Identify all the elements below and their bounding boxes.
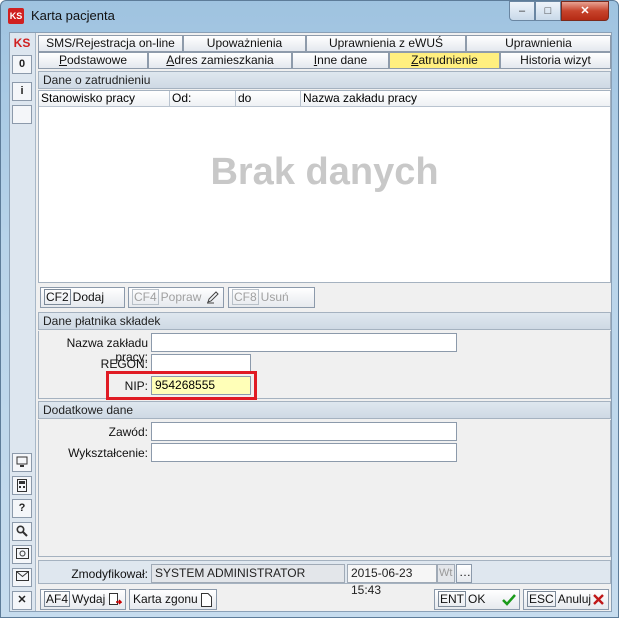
tab-authorizations[interactable]: Upoważnienia	[183, 35, 306, 52]
workstation-more-button[interactable]: …	[456, 564, 472, 583]
tab-visit-history-label: Historia wizyt	[520, 53, 591, 67]
document-icon	[201, 593, 212, 607]
left-toolbar: KS 0 i ? ✕	[10, 33, 36, 611]
add-label: Dodaj	[72, 290, 105, 304]
image-icon[interactable]	[12, 545, 32, 564]
info-button[interactable]: i	[12, 82, 32, 101]
tab-address-label: dres zamieszkania	[174, 53, 274, 67]
tab-basic-hotkey: P	[58, 53, 67, 67]
mail-icon[interactable]	[12, 568, 32, 587]
close-icon[interactable]: ✕	[12, 591, 32, 610]
cancel-label: Anuluj	[557, 592, 592, 606]
tab-strip: SMS/Rejestracja on-line Upoważnienia Upr…	[38, 33, 611, 69]
monitor-icon[interactable]	[12, 453, 32, 472]
cancel-button[interactable]: ESC Anuluj	[523, 589, 609, 610]
search-icon[interactable]	[12, 522, 32, 541]
maximize-button[interactable]: □	[535, 1, 561, 21]
profession-field[interactable]	[151, 422, 457, 441]
tab-employment-label: atrudnienie	[418, 53, 478, 67]
delete-hotkey: CF8	[232, 289, 259, 305]
minimize-button[interactable]: –	[509, 1, 535, 21]
close-window-button[interactable]: ✕	[561, 1, 609, 21]
window-title: Karta pacjenta	[31, 8, 115, 23]
edit-label: Popraw	[160, 290, 202, 304]
print-doc-icon	[109, 593, 122, 605]
tab-other-label: nne dane	[317, 53, 368, 67]
blank-toolbar-button[interactable]	[12, 105, 32, 124]
patient-card-window: KS Karta pacjenta – □ ✕ KS 0 i ? ✕ SMS/R…	[0, 0, 619, 618]
employment-section-header: Dane o zatrudnieniu	[38, 71, 611, 89]
window-client-area: KS 0 i ? ✕ SMS/Rejestracja on-line Upowa…	[9, 32, 612, 612]
add-employment-button[interactable]: CF2 Dodaj	[40, 287, 125, 308]
edit-hotkey: CF4	[132, 289, 159, 305]
checkmark-icon	[502, 594, 516, 606]
company-name-field[interactable]	[151, 333, 457, 352]
edit-pencil-icon	[207, 291, 219, 304]
nip-field[interactable]: 954268555	[151, 376, 251, 395]
column-header-from[interactable]: Od:	[170, 91, 236, 107]
modified-by-field: SYSTEM ADMINISTRATOR	[151, 564, 345, 583]
tab-entitlements[interactable]: Uprawnienia	[466, 35, 611, 52]
delete-employment-button[interactable]: CF8 Usuń	[228, 287, 315, 308]
payer-section-header: Dane płatnika składek	[38, 312, 611, 330]
tab-other-data[interactable]: Inne dane	[292, 52, 389, 69]
delete-label: Usuń	[260, 290, 289, 304]
tab-ewus-entitlements[interactable]: Uprawnienia z eWUŚ	[306, 35, 466, 52]
additional-section-header: Dodatkowe dane	[38, 401, 611, 419]
tab-basic-label: odstawowe	[66, 53, 128, 67]
nip-label: NIP:	[124, 379, 148, 393]
education-label: Wykształcenie:	[68, 446, 148, 460]
education-field[interactable]	[151, 443, 457, 462]
modified-date-field: 2015-06-23 15:43	[347, 564, 437, 597]
ok-button[interactable]: ENT OK	[434, 589, 520, 610]
death-card-label: Karta zgonu	[133, 592, 198, 606]
profession-label: Zawód:	[108, 425, 148, 439]
ks-logo-icon: KS	[13, 36, 31, 50]
column-header-company[interactable]: Nazwa zakładu pracy	[301, 91, 610, 107]
app-logo-icon: KS	[8, 8, 24, 24]
workstation-field: Wt	[437, 564, 455, 583]
calculator-icon[interactable]	[12, 476, 32, 495]
empty-table-message: Brak danych	[210, 151, 439, 193]
counter-button[interactable]: 0	[12, 55, 32, 74]
help-button[interactable]: ?	[12, 499, 32, 518]
title-bar[interactable]: KS Karta pacjenta – □ ✕	[1, 1, 618, 31]
ok-hotkey: ENT	[438, 591, 466, 607]
print-hotkey: AF4	[44, 591, 71, 607]
employment-table[interactable]: Stanowisko pracy Od: do Nazwa zakładu pr…	[38, 90, 611, 283]
tab-sms-registration[interactable]: SMS/Rejestracja on-line	[38, 35, 183, 52]
tab-visit-history[interactable]: Historia wizyt	[500, 52, 611, 69]
add-hotkey: CF2	[44, 289, 71, 305]
modified-by-label: Zmodyfikował:	[71, 567, 148, 581]
column-header-position[interactable]: Stanowisko pracy	[39, 91, 170, 107]
regon-label: REGON:	[100, 357, 148, 371]
column-header-to[interactable]: do	[236, 91, 301, 107]
edit-employment-button[interactable]: CF4 Popraw	[128, 287, 224, 308]
tab-basic[interactable]: Podstawowe	[38, 52, 148, 69]
death-card-button[interactable]: Karta zgonu	[129, 589, 217, 610]
print-button[interactable]: AF4 Wydaj	[40, 589, 126, 610]
cancel-hotkey: ESC	[527, 591, 556, 607]
tab-address[interactable]: Adres zamieszkania	[148, 52, 292, 69]
ok-label: OK	[468, 592, 486, 606]
tab-employment[interactable]: Zatrudnienie	[389, 52, 500, 69]
print-label: Wydaj	[72, 592, 106, 606]
cancel-x-icon	[593, 594, 604, 605]
